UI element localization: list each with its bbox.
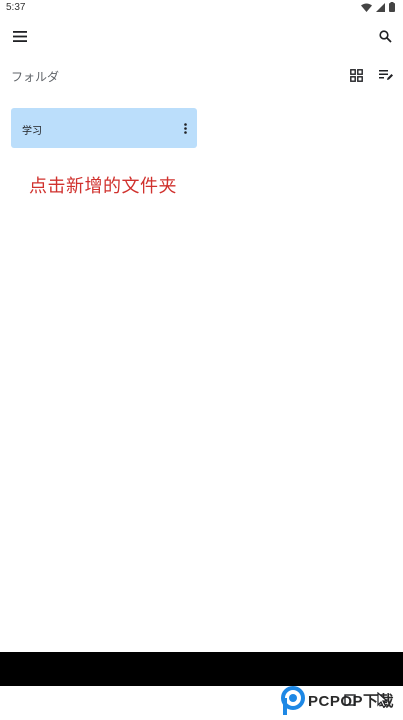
menu-button[interactable] xyxy=(10,26,30,46)
grid-view-icon xyxy=(349,68,363,82)
status-time: 5:37 xyxy=(6,2,26,13)
folder-name: 学习 xyxy=(22,126,42,137)
wifi-icon xyxy=(361,3,372,12)
overview-icon xyxy=(344,694,356,706)
pcpop-logo-icon xyxy=(281,686,305,715)
more-vert-icon xyxy=(183,122,187,134)
status-bar: 5:37 xyxy=(0,0,403,16)
section-title: フォルダ xyxy=(11,70,60,84)
cursor-icon xyxy=(377,692,388,708)
status-icons xyxy=(361,2,395,12)
bottom-black-bar xyxy=(0,652,403,686)
search-button[interactable] xyxy=(375,26,395,46)
menu-icon xyxy=(13,30,27,42)
app-bar xyxy=(0,20,403,52)
grid-view-button[interactable] xyxy=(347,66,365,84)
sort-edit-button[interactable] xyxy=(377,66,395,84)
section-header: フォルダ xyxy=(0,60,403,90)
watermark: PCPOP下载 xyxy=(280,686,403,720)
sort-edit-icon xyxy=(379,70,393,80)
folder-card[interactable]: 学习 xyxy=(11,108,197,148)
folder-more-button[interactable] xyxy=(179,120,191,136)
search-icon xyxy=(378,29,392,43)
battery-icon xyxy=(389,2,395,12)
signal-icon xyxy=(376,2,385,12)
annotation-text: 点击新增的文件夹 xyxy=(29,176,177,197)
